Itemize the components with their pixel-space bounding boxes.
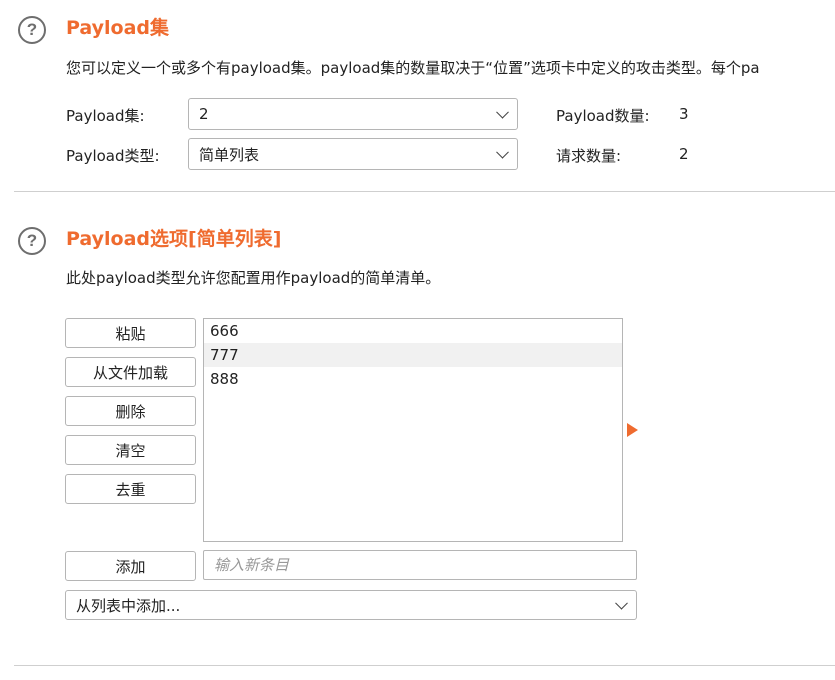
payload-sets-description: 您可以定义一个或多个有payload集。payload集的数量取决于“位置”选项… — [66, 59, 760, 77]
chevron-down-icon — [496, 145, 509, 159]
clear-button[interactable]: 清空 — [65, 435, 196, 465]
add-from-list-select[interactable]: 从列表中添加... — [65, 590, 637, 620]
section-divider — [14, 665, 835, 666]
payload-type-select[interactable]: 简单列表 — [188, 138, 518, 170]
help-icon[interactable]: ? — [18, 227, 46, 255]
payload-count-label: Payload数量: — [556, 107, 650, 125]
payload-set-select[interactable]: 2 — [188, 98, 518, 130]
paste-button[interactable]: 粘贴 — [65, 318, 196, 348]
add-button[interactable]: 添加 — [65, 551, 196, 581]
section-title-payload-options: Payload选项[简单列表] — [66, 228, 282, 250]
dedupe-button[interactable]: 去重 — [65, 474, 196, 504]
payload-list[interactable]: 666 777 888 — [203, 318, 623, 542]
request-count-label: 请求数量: — [556, 147, 622, 165]
request-count-value: 2 — [679, 145, 689, 163]
expand-arrow-icon[interactable] — [627, 423, 638, 437]
list-item[interactable]: 666 — [204, 319, 622, 343]
section-divider — [14, 191, 835, 192]
remove-button[interactable]: 删除 — [65, 396, 196, 426]
payload-set-value: 2 — [199, 105, 209, 123]
list-item[interactable]: 888 — [204, 367, 622, 391]
chevron-down-icon — [496, 105, 509, 119]
payload-type-value: 简单列表 — [199, 145, 260, 164]
payload-options-description: 此处payload类型允许您配置用作payload的简单清单。 — [66, 269, 441, 287]
section-title-payload-sets: Payload集 — [66, 17, 170, 39]
payload-type-label: Payload类型: — [66, 147, 160, 165]
help-icon[interactable]: ? — [18, 16, 46, 44]
payload-set-label: Payload集: — [66, 107, 145, 125]
new-item-input[interactable] — [203, 550, 637, 580]
chevron-down-icon — [615, 596, 628, 610]
add-from-list-value: 从列表中添加... — [76, 596, 181, 615]
load-file-button[interactable]: 从文件加载 — [65, 357, 196, 387]
list-item-selected[interactable]: 777 — [204, 343, 622, 367]
payload-count-value: 3 — [679, 105, 689, 123]
